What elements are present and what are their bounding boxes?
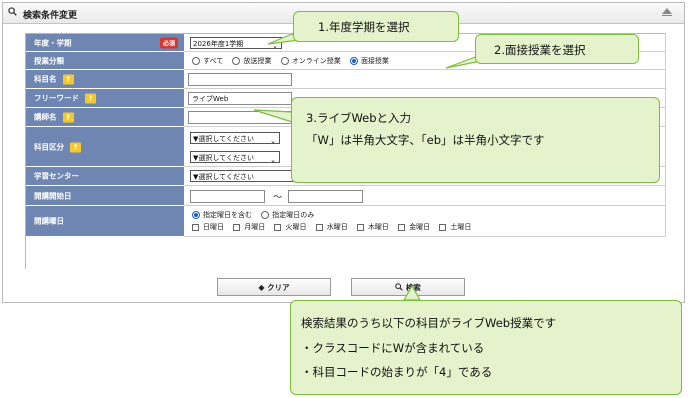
chevron-down-icon: ⌄: [272, 42, 278, 50]
checkbox-monday[interactable]: [233, 223, 241, 231]
help-icon[interactable]: ?: [62, 74, 74, 85]
label-learning-center: 学習センター: [26, 167, 184, 186]
callout-input-liveweb: 3.ライブWebと入力 「W」は半角大文字、「eb」は半角小文字です: [291, 97, 660, 183]
label-class-type: 授業分類: [26, 52, 184, 70]
lecturer-input[interactable]: [188, 111, 292, 124]
help-icon[interactable]: ?: [85, 93, 96, 104]
collapse-icon[interactable]: [662, 8, 672, 16]
label-lecturer: 講師名?: [26, 108, 184, 127]
required-badge: 必須: [159, 37, 178, 48]
search-button[interactable]: 検索: [351, 278, 465, 296]
label-free-word: フリーワード?: [26, 89, 184, 108]
label-weekday: 開講曜日: [26, 206, 184, 237]
subject-name-input[interactable]: [188, 73, 292, 86]
checkbox-saturday[interactable]: [439, 223, 447, 231]
callout-select-face-to-face: 2.面接授業を選択: [475, 34, 639, 64]
label-subject-category: 科目区分?: [26, 127, 184, 167]
radio-only-days[interactable]: [261, 211, 270, 219]
date-range-separator: ～: [273, 193, 283, 203]
radio-all[interactable]: [192, 56, 200, 65]
callout-result-note: 検索結果のうち以下の科目がライブWeb授業です ・クラスコードにWが含まれている…: [290, 300, 682, 395]
row-subject-name: 科目名?: [26, 70, 666, 89]
checkbox-friday[interactable]: [398, 223, 406, 231]
subject-category-select-2[interactable]: ▼選択してください ⌄: [190, 151, 280, 164]
label-subject-name: 科目名?: [26, 70, 184, 89]
value-subject-name: [184, 70, 666, 89]
eraser-icon: ◆: [258, 283, 265, 292]
checkbox-wednesday[interactable]: [315, 223, 323, 231]
radio-face-to-face[interactable]: [349, 56, 358, 65]
value-weekday: 指定曜日を含む 指定曜日のみ 日曜日 月曜日 火曜日 水曜日 木曜日 金曜日 土…: [184, 206, 666, 237]
row-start-date: 開講開始日 ～: [26, 186, 666, 206]
start-date-to-input[interactable]: [288, 190, 363, 203]
weekday-mode-radios: 指定曜日を含む 指定曜日のみ: [192, 210, 321, 220]
radio-include-days[interactable]: [192, 211, 200, 219]
checkbox-tuesday[interactable]: [274, 223, 282, 231]
free-word-input[interactable]: ライブWeb: [188, 92, 292, 105]
label-start-date: 開講開始日: [26, 186, 184, 206]
help-icon[interactable]: ?: [62, 112, 74, 123]
panel-title: 検索条件変更: [23, 11, 78, 21]
chevron-down-icon: ⌄: [270, 156, 276, 164]
start-date-from-input[interactable]: [190, 190, 265, 203]
year-term-select[interactable]: 2026年度1学期 ⌄: [190, 37, 282, 50]
checkbox-sunday[interactable]: [192, 223, 199, 231]
checkbox-thursday[interactable]: [356, 223, 364, 231]
search-icon: [8, 7, 17, 16]
callout-select-term: 1.年度学期を選択: [293, 11, 459, 42]
radio-online[interactable]: [280, 56, 289, 65]
row-weekday: 開講曜日 指定曜日を含む 指定曜日のみ 日曜日 月曜日 火曜日 水曜日 木曜日 …: [26, 206, 666, 237]
weekday-checkboxes: 日曜日 月曜日 火曜日 水曜日 木曜日 金曜日 土曜日: [192, 222, 478, 232]
radio-broadcast[interactable]: [232, 56, 241, 65]
label-year-term: 年度・学期 必須: [26, 34, 184, 52]
clear-button[interactable]: ◆ クリア: [217, 278, 331, 296]
subject-category-select-1[interactable]: ▼選択してください ⌄: [190, 132, 280, 145]
chevron-down-icon: ⌄: [270, 137, 276, 145]
value-start-date: ～: [184, 186, 666, 206]
search-icon: [395, 283, 403, 291]
class-type-radios: すべて 放送授業 オンライン授業 面接授業: [192, 56, 396, 66]
help-icon[interactable]: ?: [70, 142, 81, 152]
